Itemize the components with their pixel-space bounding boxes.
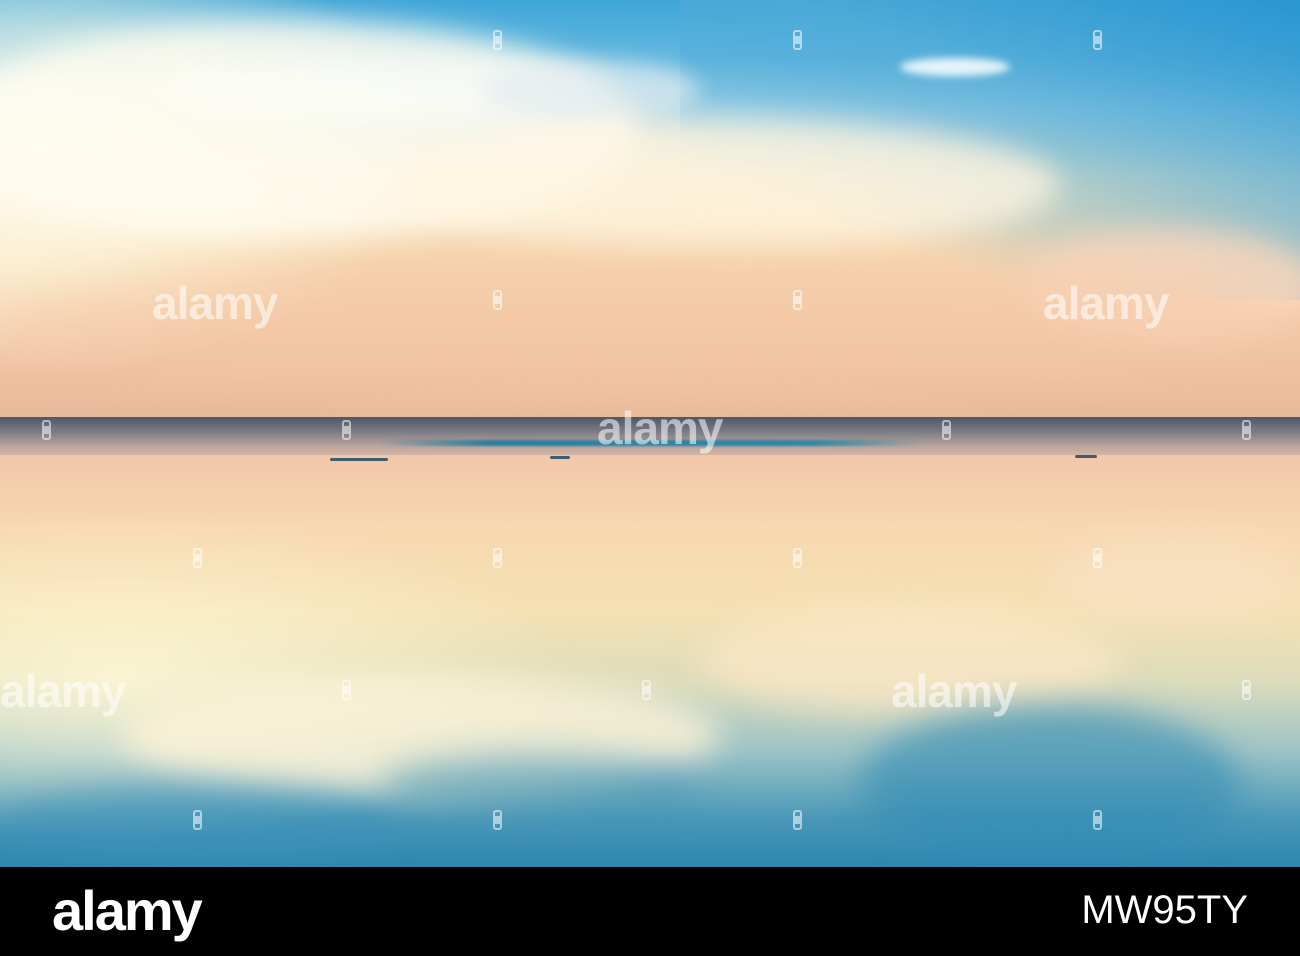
image-id: MW95TY	[1081, 888, 1248, 932]
watermark-icon	[1093, 30, 1102, 50]
watermark-icon	[193, 810, 202, 830]
cloud	[900, 58, 1010, 76]
watermark-icon	[1093, 548, 1102, 568]
watermark-icon	[1242, 420, 1251, 440]
watermark-text: alamy	[152, 277, 278, 329]
watermark-icon	[793, 290, 802, 310]
ice-floe	[330, 458, 388, 461]
reflected-cloud	[860, 705, 1240, 865]
watermark-icon	[1093, 810, 1102, 830]
watermark-icon	[342, 680, 351, 700]
watermark-icon	[793, 810, 802, 830]
watermark-icon	[793, 30, 802, 50]
watermark-text: alamy	[1043, 277, 1169, 329]
watermark-icon	[42, 420, 51, 440]
cloud	[380, 120, 1060, 250]
watermark-text: alamy	[0, 665, 126, 717]
stock-photo: alamy alamy alamy alamy alamy	[0, 0, 1300, 867]
watermark-icon	[342, 420, 351, 440]
watermark-icon	[793, 548, 802, 568]
watermark-icon	[642, 680, 651, 700]
watermark-icon	[193, 548, 202, 568]
ice-floe	[1075, 455, 1097, 458]
watermark-icon	[493, 290, 502, 310]
reflected-cloud	[1050, 535, 1300, 625]
reflected-cloud	[380, 755, 700, 815]
watermark-icon	[942, 420, 951, 440]
watermark-text: alamy	[597, 402, 723, 454]
watermark-icon	[493, 810, 502, 830]
watermark-icon	[1242, 680, 1251, 700]
alamy-logo: alamy	[52, 879, 203, 942]
watermark-icon	[493, 548, 502, 568]
watermark-icon	[493, 30, 502, 50]
cloud	[480, 60, 700, 120]
watermark-text: alamy	[891, 665, 1017, 717]
ice-floe	[550, 456, 570, 459]
